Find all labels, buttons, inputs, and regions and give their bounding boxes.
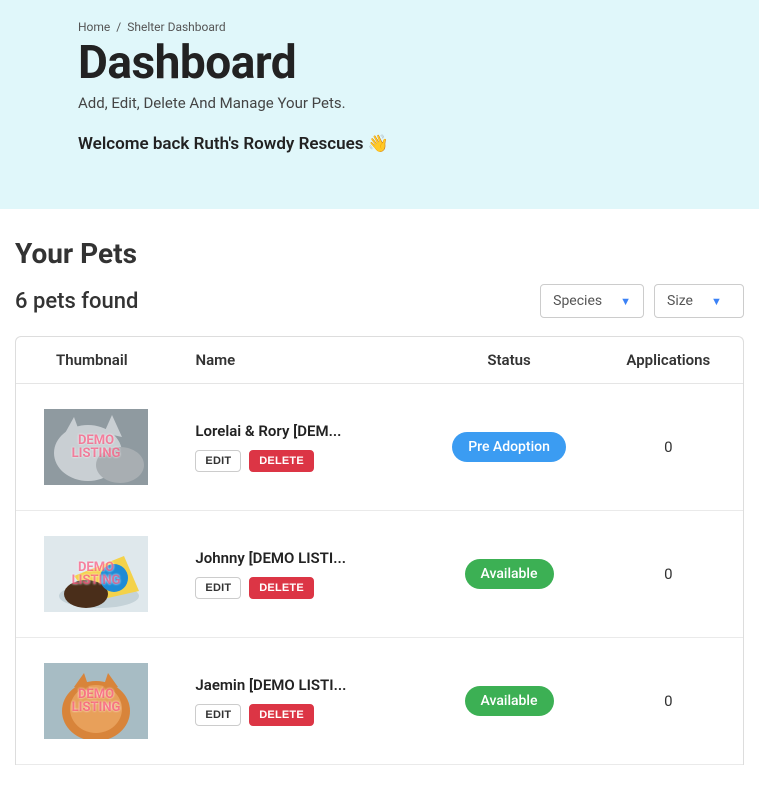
welcome-message: Welcome back Ruth's Rowdy Rescues 👋 — [78, 134, 759, 154]
pets-table: Thumbnail Name Status Applications DEMOL… — [15, 336, 744, 765]
pet-thumbnail[interactable]: DEMOLISTING — [44, 663, 148, 739]
col-header-applications: Applications — [594, 351, 743, 369]
thumbnail-cell: DEMOLISTING — [16, 409, 175, 485]
size-filter[interactable]: Size ▼ — [654, 284, 744, 318]
page-subtitle: Add, Edit, Delete And Manage Your Pets. — [78, 94, 759, 112]
status-badge: Available — [465, 559, 554, 589]
col-header-name: Name — [175, 351, 424, 369]
breadcrumb-current: Shelter Dashboard — [127, 20, 225, 34]
table-header-row: Thumbnail Name Status Applications — [16, 337, 743, 384]
applications-cell: 0 — [594, 565, 743, 583]
delete-button[interactable]: DELETE — [249, 577, 314, 599]
welcome-text: Welcome back Ruth's Rowdy Rescues — [78, 134, 364, 154]
chevron-down-icon: ▼ — [711, 295, 722, 308]
pet-thumbnail[interactable]: DEMOLISTING — [44, 409, 148, 485]
breadcrumb-home-link[interactable]: Home — [78, 20, 110, 34]
species-filter-label: Species — [553, 293, 602, 309]
status-cell: Available — [424, 686, 593, 716]
pet-name: Lorelai & Rory [DEM... — [195, 422, 395, 440]
demo-watermark: DEMOLISTING — [72, 561, 121, 587]
edit-button[interactable]: EDIT — [195, 450, 241, 472]
col-header-thumbnail: Thumbnail — [16, 351, 175, 369]
status-badge: Pre Adoption — [452, 432, 566, 462]
size-filter-label: Size — [667, 293, 693, 309]
table-row: DEMOLISTING Jaemin [DEMO LISTI... EDIT D… — [16, 638, 743, 765]
name-cell: Johnny [DEMO LISTI... EDIT DELETE — [175, 549, 424, 599]
applications-cell: 0 — [594, 692, 743, 710]
applications-cell: 0 — [594, 438, 743, 456]
edit-button[interactable]: EDIT — [195, 704, 241, 726]
breadcrumb: Home / Shelter Dashboard — [78, 20, 759, 34]
demo-watermark: DEMOLISTING — [72, 434, 121, 460]
page-title: Dashboard — [78, 36, 759, 90]
edit-button[interactable]: EDIT — [195, 577, 241, 599]
delete-button[interactable]: DELETE — [249, 704, 314, 726]
breadcrumb-separator: / — [113, 20, 124, 34]
status-cell: Available — [424, 559, 593, 589]
wave-icon: 👋 — [368, 134, 389, 154]
species-filter[interactable]: Species ▼ — [540, 284, 644, 318]
hero-banner: Home / Shelter Dashboard Dashboard Add, … — [0, 0, 759, 209]
status-cell: Pre Adoption — [424, 432, 593, 462]
thumbnail-cell: DEMOLISTING — [16, 663, 175, 739]
pet-count-label: 6 pets found — [15, 289, 138, 314]
table-row: DEMOLISTING Johnny [DEMO LISTI... EDIT D… — [16, 511, 743, 638]
chevron-down-icon: ▼ — [620, 295, 631, 308]
col-header-status: Status — [424, 351, 593, 369]
name-cell: Jaemin [DEMO LISTI... EDIT DELETE — [175, 676, 424, 726]
pet-name: Johnny [DEMO LISTI... — [195, 549, 395, 567]
delete-button[interactable]: DELETE — [249, 450, 314, 472]
status-badge: Available — [465, 686, 554, 716]
pet-thumbnail[interactable]: DEMOLISTING — [44, 536, 148, 612]
section-title-your-pets: Your Pets — [15, 237, 744, 270]
pet-name: Jaemin [DEMO LISTI... — [195, 676, 395, 694]
name-cell: Lorelai & Rory [DEM... EDIT DELETE — [175, 422, 424, 472]
demo-watermark: DEMOLISTING — [72, 688, 121, 714]
table-row: DEMOLISTING Lorelai & Rory [DEM... EDIT … — [16, 384, 743, 511]
thumbnail-cell: DEMOLISTING — [16, 536, 175, 612]
